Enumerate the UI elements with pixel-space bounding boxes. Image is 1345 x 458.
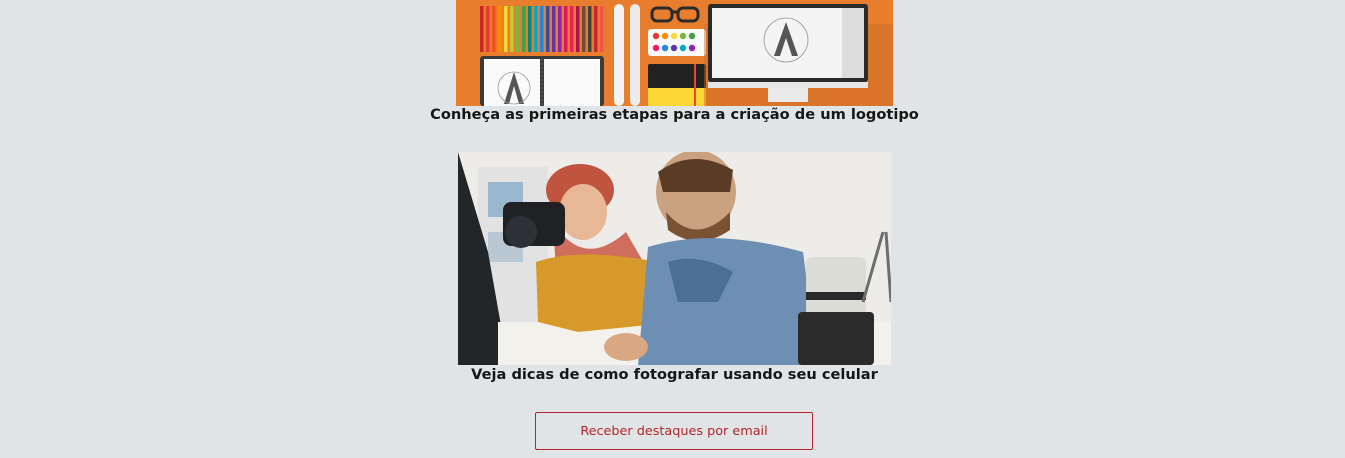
design-tools-illustration	[456, 0, 893, 106]
receive-highlights-email-button[interactable]: Receber destaques por email	[535, 412, 813, 450]
article-card-logo[interactable]: Conheça as primeiras etapas para a criaç…	[0, 0, 1345, 130]
article-card-photography[interactable]: Veja dicas de como fotografar usando seu…	[0, 152, 1345, 392]
article-thumbnail-photography[interactable]	[458, 152, 891, 365]
article-title[interactable]: Conheça as primeiras etapas para a criaç…	[0, 106, 1345, 123]
article-thumbnail-logo[interactable]	[456, 0, 893, 106]
photographers-photo	[458, 152, 891, 365]
article-title[interactable]: Veja dicas de como fotografar usando seu…	[0, 366, 1345, 383]
email-button-label: Receber destaques por email	[580, 423, 768, 439]
